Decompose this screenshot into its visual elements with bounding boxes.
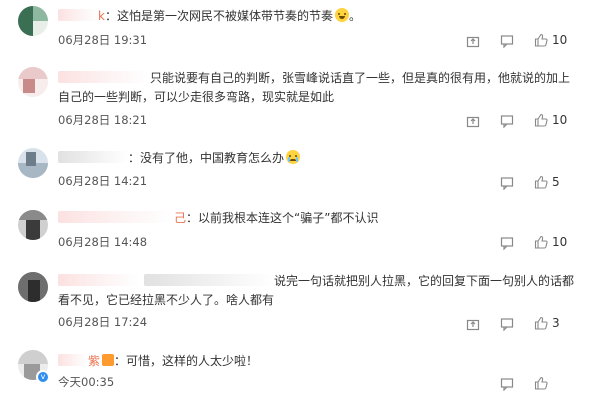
comment-timestamp: 06月28日 14:48 — [58, 235, 148, 249]
thumbs-up-icon[interactable] — [534, 376, 548, 390]
comment-text: ：以前我根本连这个“骗子”都不认识 — [186, 211, 379, 225]
avatar[interactable] — [18, 210, 48, 240]
comment-timestamp: 今天00:35 — [58, 375, 115, 389]
thumbs-up-icon[interactable] — [534, 33, 548, 47]
comment-item: 说完一句话就把别人拉黑，它的回复下面一句别人的话都看不见，它已经拉黑不少人了。啥… — [0, 262, 600, 342]
thumbs-up-icon[interactable] — [534, 235, 548, 249]
comment-actions: 10 — [466, 113, 576, 129]
comment-actions — [466, 376, 576, 392]
crying-emoji-icon — [286, 150, 301, 164]
username-redacted[interactable] — [58, 354, 88, 366]
username-redacted[interactable] — [58, 9, 98, 21]
share-icon[interactable] — [466, 114, 480, 128]
comment-text-block: 只能说要有自己的判断，张雪峰说话直了一些，但是真的很有用，他就说的加上自己的一些… — [58, 69, 580, 107]
comment-item: 只能说要有自己的判断，张雪峰说话直了一些，但是真的很有用，他就说的加上自己的一些… — [0, 60, 600, 130]
like-count: 5 — [552, 175, 560, 189]
avatar[interactable] — [18, 148, 48, 178]
username-fragment[interactable]: 己 — [174, 211, 186, 225]
comment-actions: 10 — [466, 235, 576, 251]
comment-icon[interactable] — [500, 34, 514, 48]
comment-timestamp: 06月28日 17:24 — [58, 315, 148, 329]
like-count: 3 — [552, 316, 560, 330]
comment-item: k：这怕是第一次网民不被媒体带节奏的节奏 。 06月28日 19:31 10 — [0, 0, 600, 55]
share-icon[interactable] — [466, 34, 480, 48]
thumbs-up-icon[interactable] — [534, 316, 548, 330]
username-redacted[interactable] — [58, 274, 140, 286]
username-redacted[interactable] — [58, 71, 150, 83]
comment-timestamp: 06月28日 14:21 — [58, 174, 148, 188]
comment-item: ：没有了他，中国教育怎么办 06月28日 14:21 5 — [0, 140, 600, 195]
username-redacted[interactable] — [144, 274, 274, 286]
comment-actions: 5 — [466, 175, 576, 191]
avatar[interactable] — [18, 67, 48, 97]
comment-icon[interactable] — [500, 176, 514, 190]
comment-text-line: ：没有了他，中国教育怎么办 — [58, 149, 580, 168]
comment-text: ：没有了他，中国教育怎么办 — [128, 151, 285, 165]
username-fragment[interactable]: k — [98, 9, 105, 23]
comment-actions: 3 — [466, 316, 576, 332]
username-redacted[interactable] — [58, 151, 128, 163]
thumbs-up-icon[interactable] — [534, 175, 548, 189]
comment-text: ：可惜，这样的人太少啦！ — [114, 354, 259, 368]
comment-timestamp: 06月28日 19:31 — [58, 33, 148, 47]
comment-icon[interactable] — [500, 377, 514, 391]
avatar[interactable] — [18, 272, 48, 302]
like-count: 10 — [552, 235, 568, 249]
thumbs-up-icon[interactable] — [534, 113, 548, 127]
comment-text-line: 紫 ：可惜，这样的人太少啦！ — [58, 352, 580, 371]
share-icon[interactable] — [466, 317, 480, 331]
comment-text-line: k：这怕是第一次网民不被媒体带节奏的节奏 。 — [58, 7, 580, 26]
comment-item: 己：以前我根本连这个“骗子”都不认识 06月28日 14:48 10 — [0, 200, 600, 255]
comment-icon[interactable] — [500, 317, 514, 331]
vip-icon — [102, 354, 115, 366]
comment-actions: 10 — [466, 33, 576, 49]
verified-badge-icon: v — [36, 370, 50, 384]
username-redacted[interactable] — [58, 211, 174, 223]
comment-text-trailing: 。 — [348, 9, 361, 23]
comment-timestamp: 06月28日 18:21 — [58, 113, 148, 127]
comment-icon[interactable] — [500, 114, 514, 128]
like-count: 10 — [552, 113, 568, 127]
comment-text-line: 己：以前我根本连这个“骗子”都不认识 — [58, 209, 580, 228]
avatar[interactable] — [18, 6, 48, 36]
comment-text-block: 说完一句话就把别人拉黑，它的回复下面一句别人的话都看不见，它已经拉黑不少人了。啥… — [58, 272, 580, 310]
comment-icon[interactable] — [500, 236, 514, 250]
comment-item: v 紫 ：可惜，这样的人太少啦！ 今天00:35 — [0, 345, 600, 410]
username-fragment[interactable]: 紫 — [88, 354, 100, 368]
comment-text: ：这怕是第一次网民不被媒体带节奏的节奏 — [104, 9, 333, 23]
laughing-tears-emoji-icon — [334, 8, 349, 22]
like-count: 10 — [552, 33, 568, 47]
